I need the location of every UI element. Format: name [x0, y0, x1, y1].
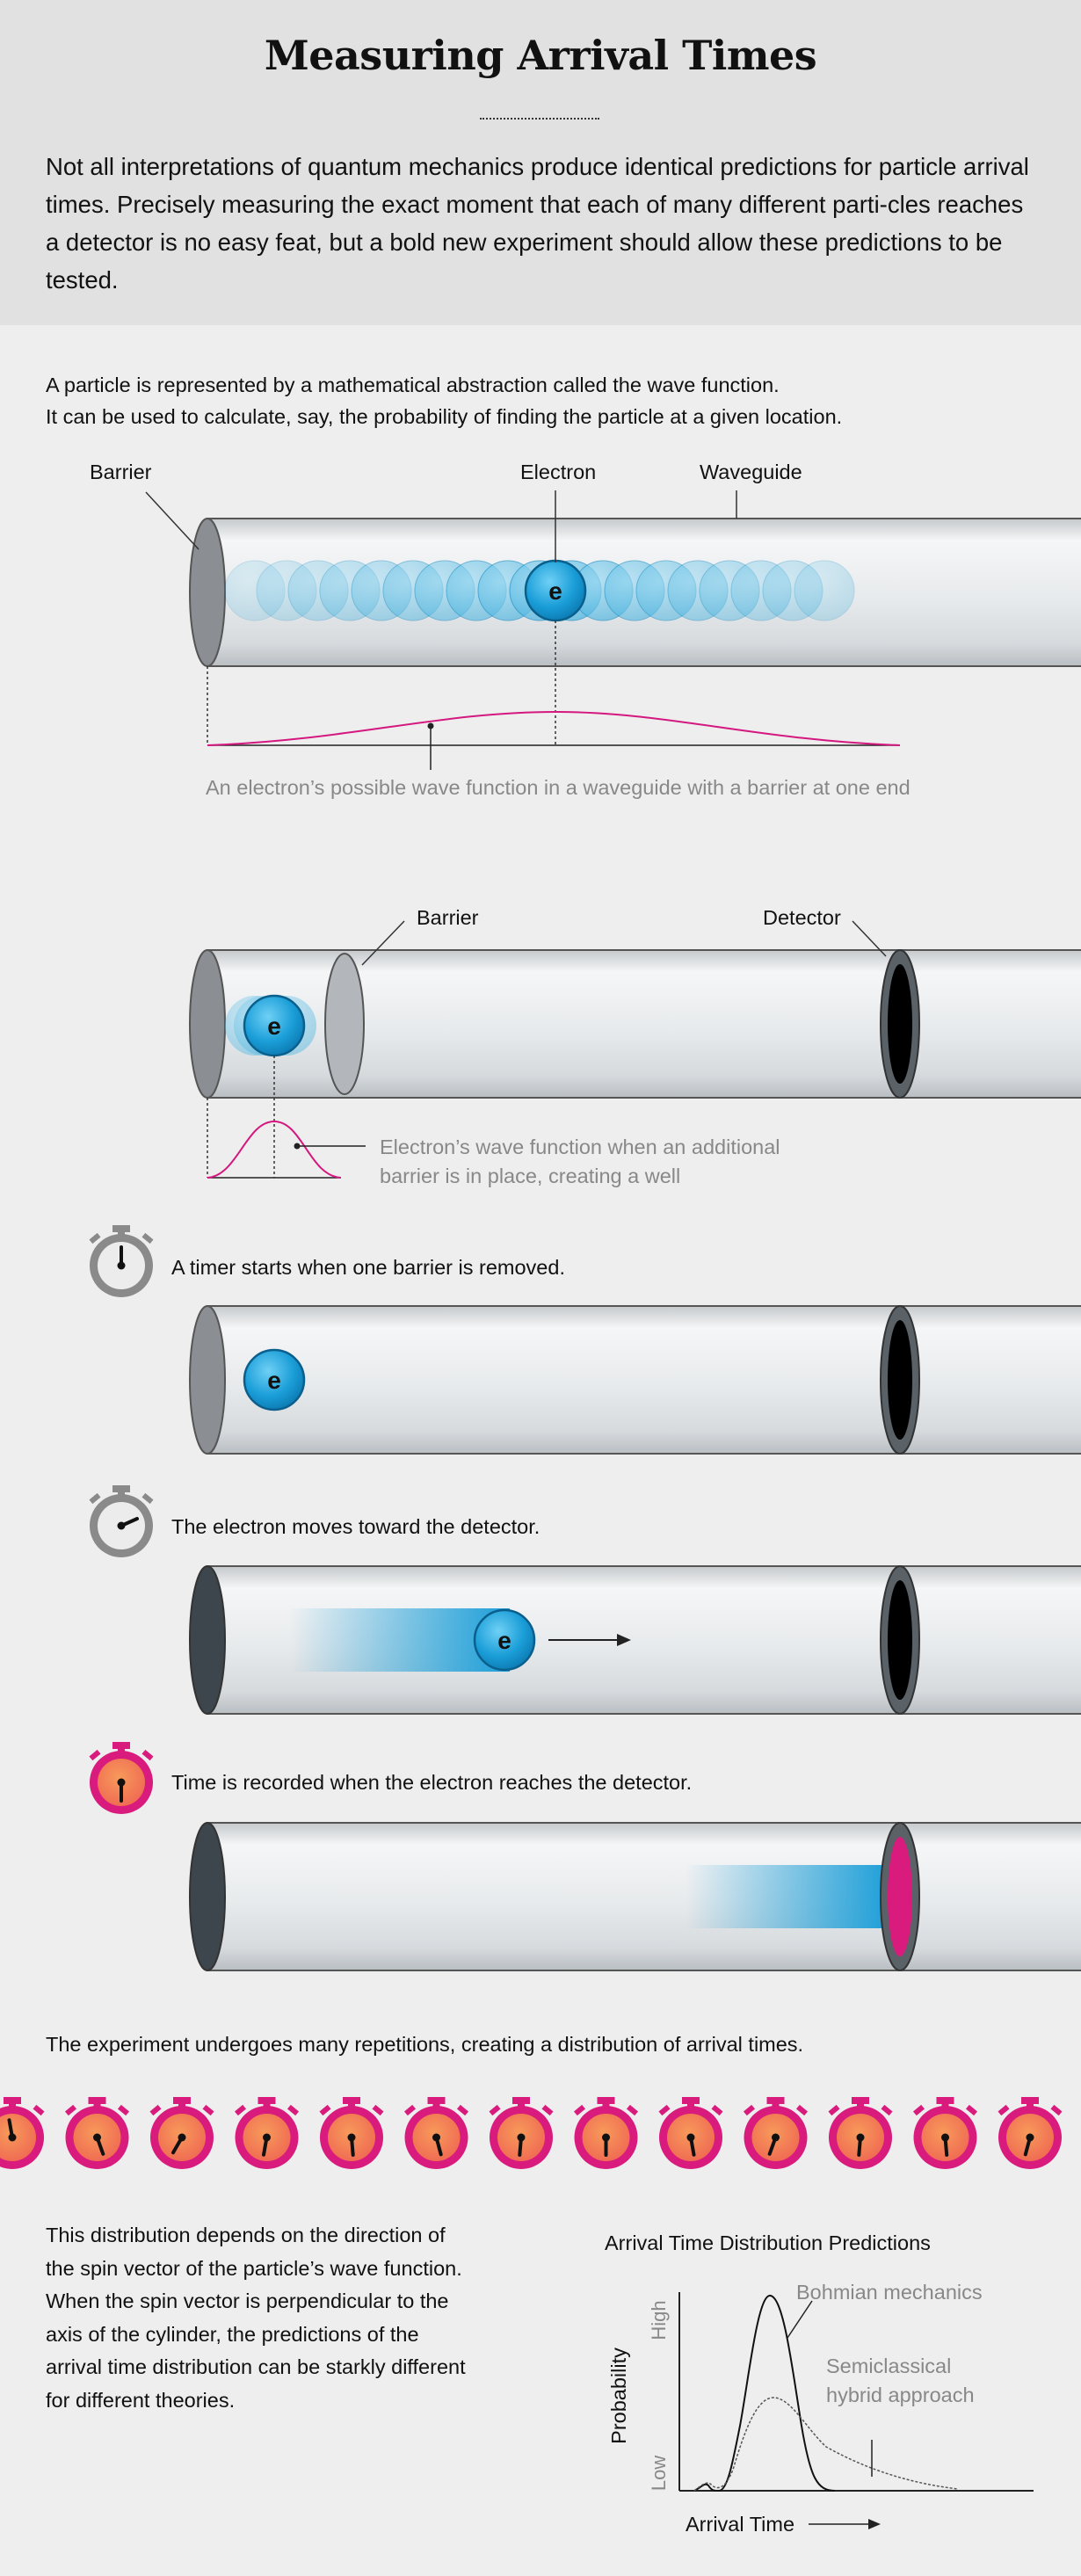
- bohmian-leader: [787, 2300, 813, 2339]
- stopwatch-icon: [828, 2097, 893, 2169]
- repetitions-text: The experiment undergoes many repetition…: [46, 2033, 803, 2056]
- barrier-disc: [189, 1305, 226, 1455]
- step-2-text: The electron moves toward the detector.: [171, 1515, 540, 1538]
- step-3: Time is recorded when the electron reach…: [89, 1742, 1081, 1971]
- open-end: [189, 1565, 226, 1715]
- detector-activated: [888, 1837, 912, 1956]
- stopwatch-icon: [573, 2097, 639, 2169]
- stopwatch-icon: [234, 2097, 300, 2169]
- distribution-chart: Arrival Time Distribution Predictions Pr…: [605, 2231, 1034, 2536]
- stopwatch-icon: [89, 1485, 154, 1557]
- electron-ghost: [794, 560, 855, 621]
- semiclassical-curve: [693, 2397, 959, 2492]
- barrier-leader: [145, 491, 200, 550]
- step-2: The electron moves toward the detector. …: [89, 1485, 1081, 1715]
- stopwatch-icon: [0, 2097, 45, 2169]
- label-detector: Detector: [763, 906, 841, 929]
- well-caption-line2: barrier is in place, creating a well: [380, 1165, 680, 1187]
- stopwatch-icon: [319, 2097, 384, 2169]
- step-1: A timer starts when one barrier is remov…: [89, 1225, 1081, 1455]
- chart-y-low: Low: [648, 2456, 670, 2491]
- x-axis-arrowhead: [868, 2519, 881, 2529]
- open-end: [189, 1822, 226, 1971]
- distribution-text-line: When the spin vector is perpendicular to…: [46, 2289, 449, 2312]
- chart-xlabel: Arrival Time: [686, 2513, 794, 2536]
- electron-trail: [686, 1865, 891, 1928]
- label-electron: Electron: [520, 461, 596, 483]
- distribution-text-line: This distribution depends on the directi…: [46, 2224, 446, 2246]
- stopwatch-icon: [403, 2097, 469, 2169]
- barrier-disc-right: [324, 953, 365, 1095]
- stopwatch-icon: [998, 2097, 1063, 2169]
- detector-opening: [888, 1320, 912, 1440]
- detector-opening: [888, 964, 912, 1084]
- stopwatch-icon: [912, 2097, 978, 2169]
- step-1-text: A timer starts when one barrier is remov…: [171, 1256, 565, 1279]
- waveguide-tube: [207, 1305, 1081, 1455]
- stopwatch-icon: [64, 2097, 130, 2169]
- distribution-text-line: arrival time distribution can be starkly…: [46, 2355, 466, 2378]
- label-barrier: Barrier: [417, 906, 479, 929]
- distribution-text: This distribution depends on the directi…: [46, 2219, 466, 2417]
- bohmian-curve: [693, 2294, 836, 2493]
- distribution-text-line: for different theories.: [46, 2388, 236, 2412]
- stopwatch-icon: [149, 2097, 214, 2169]
- well-caption-line1: Electron’s wave function when an additio…: [380, 1136, 780, 1158]
- waveguide-figure-1: e Barrier Electron Waveguide An electron…: [90, 461, 1081, 799]
- stopwatch-icon-recorded: [89, 1742, 154, 1814]
- stopwatch-icon: [89, 1225, 154, 1297]
- chart-title: Arrival Time Distribution Predictions: [605, 2231, 931, 2254]
- electron-symbol: e: [267, 1367, 281, 1394]
- distribution-text-line: the spin vector of the particle’s wave f…: [46, 2256, 462, 2280]
- series-semiclassical-label-line2: hybrid approach: [826, 2384, 975, 2406]
- wave-function-curve: [207, 710, 901, 746]
- detector-opening: [888, 1580, 912, 1700]
- stopwatch-icon: [658, 2097, 723, 2169]
- electron-symbol: e: [497, 1627, 511, 1654]
- waveguide-tube: [207, 1822, 1081, 1971]
- label-barrier: Barrier: [90, 461, 152, 483]
- chart-ylabel: Probability: [607, 2347, 630, 2444]
- electron-symbol: e: [267, 1012, 281, 1040]
- electron-symbol: e: [548, 577, 562, 605]
- step-3-text: Time is recorded when the electron reach…: [171, 1771, 692, 1794]
- barrier-disc-left: [189, 949, 226, 1099]
- label-waveguide: Waveguide: [700, 461, 802, 483]
- distribution-text-line: axis of the cylinder, the predictions of…: [46, 2322, 419, 2346]
- stopwatch-icon: [489, 2097, 554, 2169]
- series-bohmian-label: Bohmian mechanics: [796, 2281, 983, 2304]
- stopwatch-row: [0, 2097, 1063, 2169]
- stopwatch-icon: [743, 2097, 809, 2169]
- chart-y-high: High: [648, 2300, 670, 2340]
- series-semiclassical-label-line1: Semiclassical: [826, 2355, 951, 2377]
- diagram-canvas: e Barrier Electron Waveguide An electron…: [0, 461, 1081, 2536]
- barrier-disc: [189, 518, 226, 667]
- waveguide-figure-2: e Barrier Detector Electron’s wave funct…: [189, 906, 1081, 1187]
- wave-function-caption: An electron’s possible wave function in …: [206, 776, 911, 799]
